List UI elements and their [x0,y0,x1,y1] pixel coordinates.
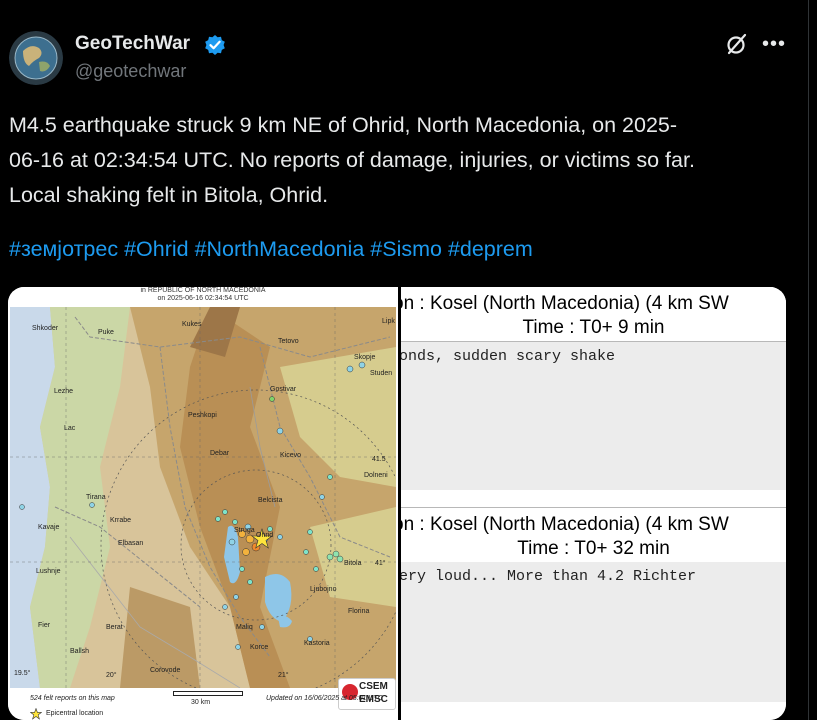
more-options-icon[interactable]: ••• [762,33,786,56]
avatar[interactable] [9,31,63,85]
post-text-line: M4.5 earthquake struck 9 km NE of Ohrid,… [9,113,678,137]
star-icon [29,707,43,720]
hashtag-link[interactable]: #deprem [448,237,533,261]
felt-report-count: 524 felt reports on this map [30,695,115,702]
report-time: Time : T0+ 32 min [517,538,670,559]
hashtag-link[interactable]: #земјотрес [9,237,124,261]
place-label: Struga [234,527,255,534]
post-text-line: Local shaking felt in Bitola, Ohrid. [9,183,329,207]
place-label: Studen [370,370,392,377]
place-label: Kicevo [280,452,301,459]
place-label: Lipk [382,318,395,325]
place-label: Kavaje [38,524,60,531]
post-text-line: 06-16 at 02:34:54 UTC. No reports of dam… [9,148,695,172]
place-label: Gostivar [270,386,297,393]
place-label: Shkoder [32,325,59,332]
place-label: Kastoria [304,640,330,647]
map-title-line: on 2025-06-16 02:34:54 UTC [157,295,249,302]
report-comment-box: ery loud... More than 4.2 Richter [401,562,786,702]
place-label: Bitola [344,560,362,567]
legend-epicenter: Epicentral location [46,710,104,717]
place-label: Kukes [182,321,202,328]
place-label: Corovode [150,667,180,674]
author-name[interactable]: GeoTechWar [75,33,190,55]
place-label: Peshkopi [188,412,217,419]
map-svg: Shkoder Puke Kukes Tetovo Skopje Studen … [10,307,412,701]
place-label: 41.5 [372,456,386,463]
map-area: Shkoder Puke Kukes Tetovo Skopje Studen … [10,307,412,710]
place-label: 21° [278,671,289,679]
place-label: Ljubojno [310,586,337,593]
place-label: Elbasan [118,540,143,547]
hashtag-link[interactable]: #NorthMacedonia [195,237,371,261]
place-label: Tirana [86,494,106,501]
place-label: Maliq [236,624,253,631]
map-footer: 524 felt reports on this map 30 km Updat… [8,688,398,720]
place-label: Berat [106,624,123,631]
hashtag-link[interactable]: #Ohrid [124,237,195,261]
place-label: Belcista [258,497,283,504]
hashtag-link[interactable]: #Sismo [370,237,448,261]
place-label: Debar [210,450,230,457]
place-label: Skopje [354,354,376,361]
report-comment: ery loud... More than 4.2 Richter [401,568,697,585]
report-location: on : Kosel (North Macedonia) (4 km SW [401,293,729,314]
place-label: 19.5° [14,669,31,677]
place-label: Dolneni [364,472,388,479]
verified-badge-icon [204,34,226,56]
report-header: on : Kosel (North Macedonia) (4 km SW Ti… [401,287,786,342]
report-time: Time : T0+ 9 min [522,317,665,338]
place-label: Ballsh [70,648,89,655]
map-title-line: in REPUBLIC OF NORTH MACEDONIA [140,287,266,294]
place-label: Ohrid [256,532,273,539]
post-text: M4.5 earthquake struck 9 km NE of Ohrid,… [9,108,779,213]
timeline-border [808,0,809,720]
author-handle[interactable]: @geotechwar [75,61,186,82]
report-header: on : Kosel (North Macedonia) (4 km SW Ti… [401,507,786,563]
place-label: 41° [375,559,386,567]
place-label: Lushnje [36,568,61,575]
place-label: Lac [64,425,76,432]
scale-bar [173,691,243,696]
scale-label: 30 km [191,699,211,706]
map-updated: Updated on 16/06/2025 at 05:01 UTC [266,695,383,702]
grok-icon[interactable] [725,32,749,56]
place-label: Lezhe [54,388,73,395]
map-title: in REPUBLIC OF NORTH MACEDONIA on 2025-0… [8,287,398,307]
place-label: Korce [250,644,268,651]
place-label: Tetovo [278,338,299,345]
report-location: on : Kosel (North Macedonia) (4 km SW [401,514,729,535]
place-label: Puke [98,329,114,336]
place-label: Krrabe [110,517,131,524]
place-label: Florina [348,608,370,615]
hashtag-list: #земјотрес #Ohrid #NorthMacedonia #Sismo… [9,237,533,262]
report-comment-box: onds, sudden scary shake [401,342,786,490]
report-comment: onds, sudden scary shake [401,348,616,365]
media-gallery: in REPUBLIC OF NORTH MACEDONIA on 2025-0… [8,287,786,720]
place-label: Fier [38,622,51,629]
testimony-image[interactable]: on : Kosel (North Macedonia) (4 km SW Ti… [401,287,786,720]
intensity-map-image[interactable]: in REPUBLIC OF NORTH MACEDONIA on 2025-0… [8,287,412,720]
place-label: 20° [106,671,117,679]
